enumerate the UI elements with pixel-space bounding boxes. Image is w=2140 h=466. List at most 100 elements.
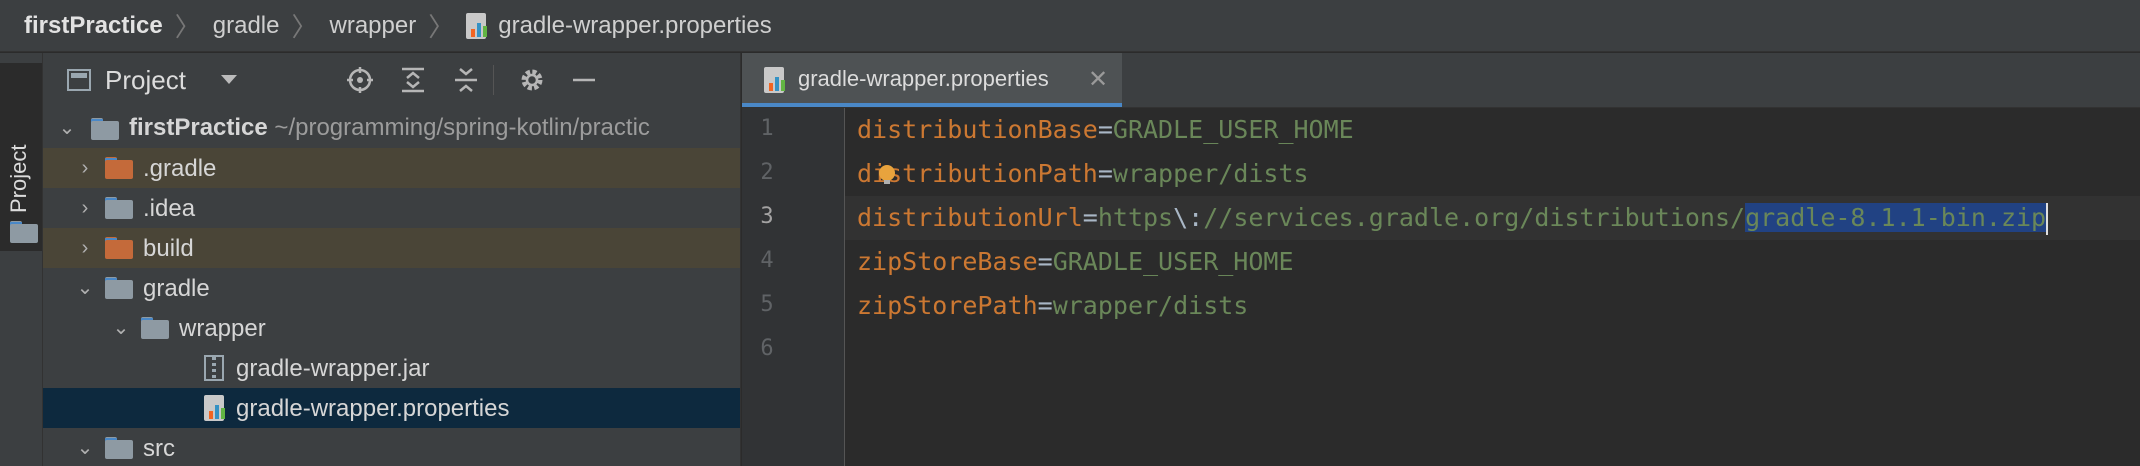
gear-icon[interactable]: [517, 65, 547, 95]
tree-item-build[interactable]: › build: [43, 228, 740, 268]
tree-item-label: build: [143, 235, 194, 262]
tree-item-label: .idea: [143, 195, 196, 222]
property-value: wrapper/dists: [1112, 159, 1309, 188]
line-number: 6: [760, 336, 774, 361]
code-line[interactable]: distributionBase=GRADLE_USER_HOME: [845, 108, 2140, 152]
properties-file-icon: [764, 67, 788, 93]
breadcrumb-separator: 〉: [291, 12, 318, 42]
expand-all-icon[interactable]: [398, 65, 428, 95]
tree-item-gradle-wrapper-properties[interactable]: gradle-wrapper.properties: [43, 388, 740, 428]
folder-icon: [105, 437, 133, 459]
chevron-down-icon[interactable]: ⌄: [75, 278, 95, 298]
project-tool-window-button[interactable]: Project: [0, 63, 42, 251]
code-line-current[interactable]: distributionUrl=https\://services.gradle…: [845, 196, 2140, 240]
property-key: zipStoreBase: [857, 247, 1038, 276]
property-key: distributionBase: [857, 115, 1098, 144]
properties-file-icon: [466, 12, 490, 39]
locate-icon[interactable]: [345, 65, 375, 95]
equals-sign: =: [1037, 247, 1053, 276]
line-number: 4: [760, 248, 774, 273]
property-value: GRADLE_USER_HOME: [1052, 247, 1294, 276]
editor-tab-label: gradle-wrapper.properties: [798, 66, 1049, 91]
toolbar-divider: [493, 65, 494, 95]
chevron-right-icon[interactable]: ›: [75, 198, 95, 218]
property-key: zipStorePath: [857, 291, 1038, 320]
equals-sign: =: [1037, 291, 1053, 320]
tool-window-strip: Project: [0, 53, 43, 466]
tree-item-path: ~/programming/spring-kotlin/practic: [274, 114, 650, 141]
tree-item-gradle-wrapper-jar[interactable]: gradle-wrapper.jar: [43, 348, 740, 388]
collapse-all-icon[interactable]: [451, 65, 481, 95]
tree-item-idea[interactable]: › .idea: [43, 188, 740, 228]
line-number: 1: [760, 116, 774, 141]
chevron-down-icon[interactable]: ⌄: [57, 118, 77, 138]
breadcrumb-item-gradle[interactable]: gradle: [213, 12, 280, 40]
property-key-start: d: [857, 159, 873, 188]
chevron-right-icon[interactable]: ›: [75, 158, 95, 178]
code-line[interactable]: zipStorePath=wrapper/dists: [845, 284, 2140, 328]
breadcrumb: firstPractice 〉 gradle 〉 wrapper 〉 gradl…: [0, 0, 2140, 52]
editor-tab-bar: gradle-wrapper.properties ✕: [742, 53, 2140, 108]
tree-item-label: wrapper: [179, 315, 266, 342]
project-panel: Project ⌄ firstPractice ~/programming/sp…: [43, 53, 741, 466]
line-number-gutter: 1 2 3 4 5 6: [742, 108, 845, 466]
line-number: 3: [760, 204, 774, 229]
property-value-path: //services.gradle.org/distributions/: [1203, 203, 1746, 232]
excluded-folder-icon: [105, 157, 133, 179]
breadcrumb-item-file[interactable]: gradle-wrapper.properties: [466, 11, 772, 40]
folder-icon: [141, 317, 169, 339]
code-line[interactable]: distributionPath=wrapper/dists: [845, 152, 2140, 196]
folder-icon: [105, 277, 133, 299]
tree-item-label: gradle: [143, 275, 210, 302]
text-selection: gradle-8.1.1-bin.zip: [1745, 203, 2047, 232]
chevron-right-icon[interactable]: ›: [75, 238, 95, 258]
project-view-icon: [67, 69, 91, 91]
editor-tab[interactable]: gradle-wrapper.properties ✕: [742, 53, 1122, 107]
breadcrumb-file-label: gradle-wrapper.properties: [498, 11, 772, 39]
tree-item-gradle[interactable]: ⌄ gradle: [43, 268, 740, 308]
line-number: 2: [760, 160, 774, 185]
property-value-scheme: https: [1097, 203, 1174, 232]
excluded-folder-icon: [105, 237, 133, 259]
lightbulb-icon[interactable]: [879, 165, 895, 184]
folder-icon: [105, 197, 133, 219]
module-folder-icon: [91, 118, 119, 140]
tree-item-label: firstPractice ~/programming/spring-kotli…: [129, 114, 650, 141]
code-line[interactable]: zipStoreBase=GRADLE_USER_HOME: [845, 240, 2140, 284]
project-view-selector[interactable]: Project: [105, 65, 186, 96]
property-key: distributionUrl: [857, 203, 1083, 232]
code-editor[interactable]: distributionBase=GRADLE_USER_HOME distri…: [845, 108, 2140, 466]
equals-sign: =: [1082, 203, 1098, 232]
tree-item-label: .gradle: [143, 155, 217, 182]
tree-item-label: gradle-wrapper.properties: [236, 395, 510, 422]
breadcrumb-separator: 〉: [174, 12, 201, 42]
tree-item-dot-gradle[interactable]: › .gradle: [43, 148, 740, 188]
project-panel-header: Project: [43, 53, 740, 107]
line-number: 5: [760, 292, 774, 317]
property-key: istributionPath: [872, 159, 1098, 188]
text-caret: [2046, 203, 2049, 235]
equals-sign: =: [1097, 159, 1113, 188]
jar-file-icon: [204, 355, 224, 381]
tree-item-label: gradle-wrapper.jar: [236, 355, 430, 382]
folder-icon: [10, 221, 38, 243]
breadcrumb-item-project[interactable]: firstPractice: [24, 12, 163, 40]
escape-sequence: \:: [1173, 203, 1204, 232]
close-icon[interactable]: ✕: [1088, 65, 1108, 94]
tree-item-wrapper[interactable]: ⌄ wrapper: [43, 308, 740, 348]
minimize-icon[interactable]: [569, 65, 599, 95]
property-value: wrapper/dists: [1052, 291, 1249, 320]
property-value: GRADLE_USER_HOME: [1112, 115, 1354, 144]
breadcrumb-separator: 〉: [428, 12, 455, 42]
chevron-down-icon[interactable]: [221, 75, 237, 84]
chevron-down-icon[interactable]: ⌄: [75, 438, 95, 458]
tree-item-first-practice[interactable]: ⌄ firstPractice ~/programming/spring-kot…: [43, 108, 740, 148]
tree-item-src[interactable]: ⌄ src: [43, 428, 740, 466]
chevron-down-icon[interactable]: ⌄: [111, 318, 131, 338]
properties-file-icon: [204, 395, 228, 421]
breadcrumb-item-wrapper[interactable]: wrapper: [330, 12, 417, 40]
tree-item-label: src: [143, 435, 175, 462]
equals-sign: =: [1097, 115, 1113, 144]
code-line[interactable]: [845, 328, 2140, 372]
project-tool-window-label: Project: [6, 144, 31, 213]
